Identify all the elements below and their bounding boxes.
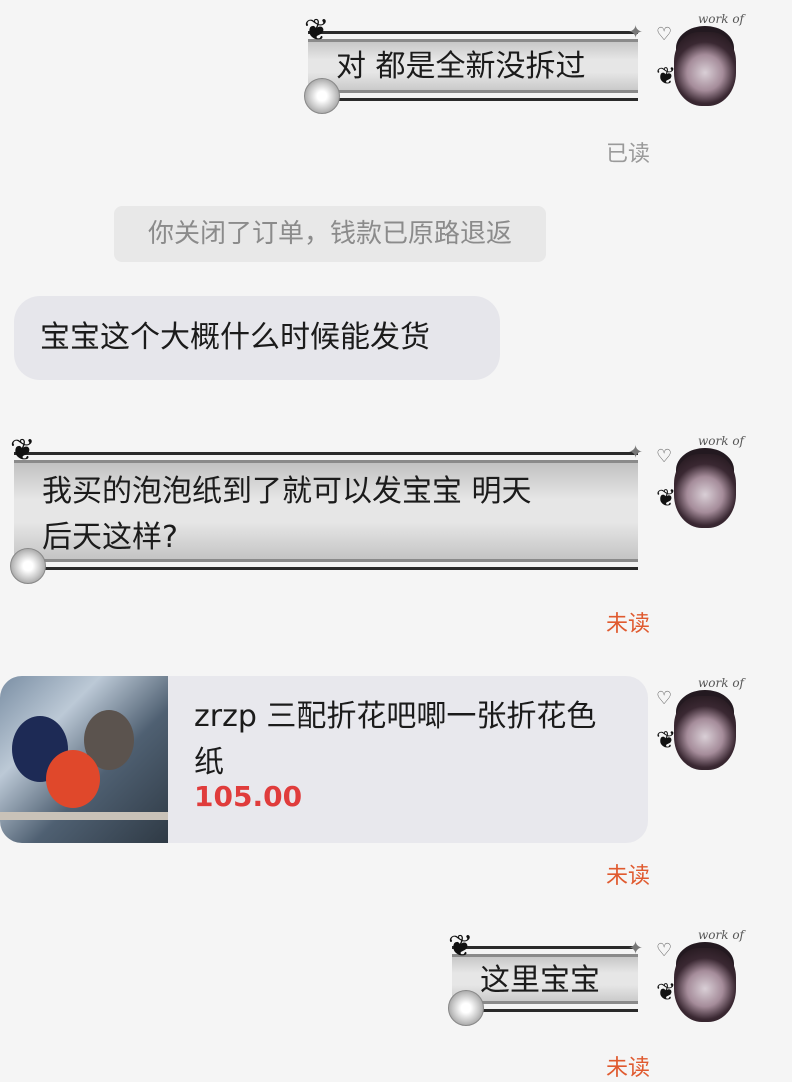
unread-receipt: 未读: [606, 1056, 651, 1081]
sparkle-icon: ✦: [628, 22, 644, 43]
thumbnail-frame: [0, 812, 168, 820]
heart-icon: ♡: [656, 446, 673, 467]
avatar[interactable]: work of art ♡ ❦: [654, 12, 746, 112]
read-receipt: 已读: [606, 142, 651, 167]
lily-icon: ❦: [10, 433, 36, 468]
lily-icon: ❦: [656, 978, 677, 1006]
avatar[interactable]: work of art ♡ ❦: [654, 434, 746, 534]
heart-icon: ♡: [656, 24, 673, 45]
product-card[interactable]: zrzp 三配折花吧唧一张折花色纸 105.00: [0, 676, 648, 843]
heart-icon: ♡: [656, 688, 673, 709]
message-text: 这里宝宝: [480, 963, 600, 998]
flower-decoration: [304, 78, 340, 114]
avatar[interactable]: work of art ♡ ❦: [654, 676, 746, 776]
unread-receipt: 未读: [606, 612, 651, 637]
sparkle-icon: ✦: [628, 442, 644, 463]
lily-icon: ❦: [304, 13, 330, 48]
lily-icon: ❦: [656, 484, 677, 512]
thumbnail-figure: [46, 750, 100, 808]
flower-decoration: [448, 990, 484, 1026]
product-thumbnail[interactable]: [0, 676, 168, 843]
product-price: 105.00: [194, 780, 303, 813]
system-notice: 你关闭了订单，钱款已原路退返: [114, 206, 546, 262]
unread-receipt: 未读: [606, 864, 651, 889]
avatar[interactable]: work of art ♡ ❦: [654, 928, 746, 1028]
avatar-face: [674, 948, 736, 1022]
avatar-face: [674, 696, 736, 770]
message-text-line-1: 我买的泡泡纸到了就可以发宝宝 明天: [42, 474, 532, 509]
lily-icon: ❦: [656, 726, 677, 754]
flower-decoration: [10, 548, 46, 584]
message-text: 对 都是全新没拆过: [336, 49, 586, 84]
incoming-message-bubble[interactable]: 宝宝这个大概什么时候能发货: [14, 296, 500, 380]
avatar-face: [674, 454, 736, 528]
lily-icon: ❦: [656, 62, 677, 90]
sparkle-icon: ✦: [628, 938, 644, 959]
lily-icon: ❦: [448, 929, 474, 964]
outgoing-message-bubble[interactable]: 我买的泡泡纸到了就可以发宝宝 明天 后天这样?: [14, 452, 638, 570]
heart-icon: ♡: [656, 940, 673, 961]
outgoing-message-bubble[interactable]: 对 都是全新没拆过: [308, 31, 638, 101]
message-text-line-2: 后天这样?: [42, 520, 178, 555]
product-title: zrzp 三配折花吧唧一张折花色纸: [194, 699, 597, 780]
avatar-face: [674, 32, 736, 106]
